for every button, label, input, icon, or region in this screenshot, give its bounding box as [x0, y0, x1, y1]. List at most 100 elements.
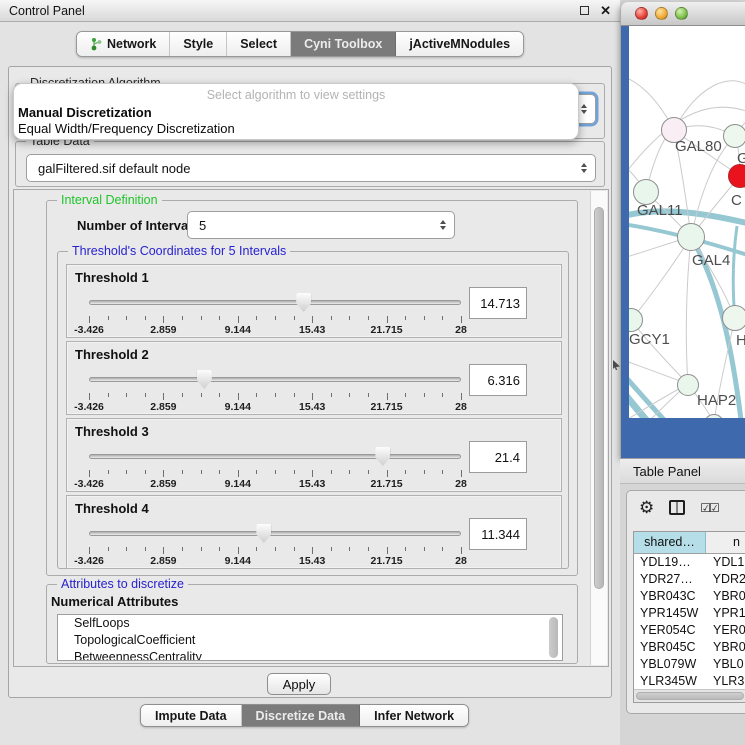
- slider-thumb[interactable]: [256, 524, 271, 543]
- tick-label: 21.715: [371, 478, 403, 490]
- cell-shared-name[interactable]: YBR045C: [634, 639, 706, 656]
- threshold-2-value-field[interactable]: 6.316: [469, 364, 527, 396]
- scrollbar-thumb[interactable]: [636, 692, 744, 700]
- tick-label: 28: [455, 478, 467, 490]
- apply-button[interactable]: Apply: [267, 673, 331, 695]
- algorithm-dropdown-popup: Select algorithm to view settings Manual…: [13, 83, 579, 140]
- cell-name[interactable]: YLR3: [706, 673, 745, 690]
- tick-mark: [219, 547, 220, 551]
- network-window-titlebar[interactable]: [621, 2, 745, 26]
- slider-thumb[interactable]: [375, 447, 390, 466]
- network-node-hap2[interactable]: [677, 374, 699, 396]
- cell-shared-name[interactable]: YBR043C: [634, 588, 706, 605]
- scrollbar-thumb[interactable]: [594, 207, 604, 589]
- tab-impute-data[interactable]: Impute Data: [141, 705, 242, 726]
- tab-select[interactable]: Select: [227, 32, 291, 56]
- tick-mark: [108, 470, 109, 474]
- table-row[interactable]: YBL079WYBL0: [634, 656, 745, 673]
- network-node-c[interactable]: [728, 164, 745, 188]
- table-data-combobox[interactable]: galFiltered.sif default node: [26, 154, 596, 182]
- number-of-intervals-combobox[interactable]: 5: [187, 211, 455, 239]
- tab-cyni-toolbox[interactable]: Cyni Toolbox: [291, 32, 396, 56]
- list-scrollbar[interactable]: [549, 617, 560, 658]
- cell-shared-name[interactable]: YBL079W: [634, 656, 706, 673]
- network-node-h[interactable]: [722, 305, 745, 331]
- gear-icon[interactable]: ⚙: [639, 499, 654, 516]
- table-row[interactable]: YPR145WYPR1: [634, 605, 745, 622]
- threshold-3-slider[interactable]: -3.4262.8599.14415.4321.71528: [89, 445, 461, 489]
- attribute-list-item[interactable]: BetweennessCentrality: [58, 649, 562, 661]
- tick-label: 2.859: [150, 555, 176, 567]
- settings-vertical-scrollbar[interactable]: [590, 191, 607, 665]
- node-label: GAL11: [637, 202, 683, 219]
- cell-shared-name[interactable]: YDL19…: [634, 554, 706, 571]
- threshold-4-slider[interactable]: -3.4262.8599.14415.4321.71528: [89, 522, 461, 566]
- table-row[interactable]: YLR345WYLR3: [634, 673, 745, 690]
- threshold-1-slider[interactable]: -3.4262.8599.14415.4321.71528: [89, 291, 461, 335]
- split-columns-icon[interactable]: [669, 500, 685, 515]
- cell-shared-name[interactable]: YPR145W: [634, 605, 706, 622]
- close-icon[interactable]: ✕: [600, 4, 611, 17]
- tick-mark: [238, 393, 239, 400]
- tab-jactivemnodules[interactable]: jActiveMNodules: [396, 32, 523, 56]
- attribute-list-item[interactable]: TopologicalCoefficient: [58, 632, 562, 649]
- table-row[interactable]: YBR045CYBR0: [634, 639, 745, 656]
- network-node-ga[interactable]: [723, 124, 745, 148]
- tick-mark: [89, 393, 90, 400]
- cell-shared-name[interactable]: YER054C: [634, 622, 706, 639]
- tick-mark: [163, 547, 164, 554]
- float-window-icon[interactable]: [580, 6, 589, 15]
- cell-name[interactable]: YER0: [706, 622, 745, 639]
- cell-name[interactable]: YBR0: [706, 639, 745, 656]
- threshold-4-value-field[interactable]: 11.344: [469, 518, 527, 550]
- table-horizontal-scrollbar[interactable]: [634, 689, 745, 702]
- cell-name[interactable]: YBR0: [706, 588, 745, 605]
- tab-discretize-data[interactable]: Discretize Data: [242, 705, 361, 726]
- tab-network[interactable]: Network: [77, 32, 170, 56]
- cell-shared-name[interactable]: YDR27…: [634, 571, 706, 588]
- tick-mark: [387, 316, 388, 323]
- tick-mark: [312, 470, 313, 477]
- attribute-list-item[interactable]: SelfLoops: [58, 615, 562, 632]
- table-row[interactable]: YDL19…YDL1: [634, 554, 745, 571]
- zoom-traffic-light-icon[interactable]: [675, 7, 688, 20]
- numerical-attributes-list[interactable]: SelfLoopsTopologicalCoefficientBetweenne…: [57, 614, 563, 661]
- close-traffic-light-icon[interactable]: [635, 7, 648, 20]
- cell-name[interactable]: YBL0: [706, 656, 745, 673]
- select-columns-icon[interactable]: ☑☑: [700, 502, 718, 514]
- column-header-shared-name[interactable]: shared…: [634, 532, 706, 553]
- tick-mark: [219, 470, 220, 474]
- slider-thumb[interactable]: [296, 293, 311, 312]
- tick-mark: [461, 547, 462, 554]
- tick-mark: [89, 316, 90, 323]
- threshold-2-slider[interactable]: -3.4262.8599.14415.4321.71528: [89, 368, 461, 412]
- network-node-gal4[interactable]: [677, 223, 705, 251]
- column-header-name[interactable]: n: [706, 532, 745, 553]
- dropdown-option-manual[interactable]: Manual Discretization: [14, 105, 578, 121]
- tab-infer-network[interactable]: Infer Network: [360, 705, 468, 726]
- table-panel: ⚙ ☑☑ shared… n YDL19…YDL1YDR27…YDR2YBR04…: [626, 490, 745, 714]
- cell-name[interactable]: YDL1: [706, 554, 745, 571]
- cell-name[interactable]: YPR1: [706, 605, 745, 622]
- slider-scale: -3.4262.8599.14415.4321.71528: [89, 547, 461, 566]
- table-row[interactable]: YBR043CYBR0: [634, 588, 745, 605]
- network-canvas[interactable]: GAL80GACGAL11GAL4GCY1HHAP2: [629, 26, 745, 418]
- tick-label: -3.426: [74, 401, 104, 413]
- threshold-1-value-field[interactable]: 14.713: [469, 287, 527, 319]
- right-dock: GAL80GACGAL11GAL4GCY1HHAP2 Table Panel ⚙…: [620, 0, 745, 745]
- cell-shared-name[interactable]: YLR345W: [634, 673, 706, 690]
- slider-thumb[interactable]: [197, 370, 212, 389]
- minimize-traffic-light-icon[interactable]: [655, 7, 668, 20]
- table-row[interactable]: YDR27…YDR2: [634, 571, 745, 588]
- tab-label: Style: [183, 37, 213, 51]
- tick-mark: [201, 393, 202, 397]
- cell-name[interactable]: YDR2: [706, 571, 745, 588]
- threshold-3-value-field[interactable]: 21.4: [469, 441, 527, 473]
- tab-style[interactable]: Style: [170, 32, 227, 56]
- tick-mark: [387, 470, 388, 477]
- spinner-arrows-icon: [581, 104, 587, 115]
- table-row[interactable]: YER054CYER0: [634, 622, 745, 639]
- tab-label: Infer Network: [374, 709, 454, 723]
- node-table: shared… n YDL19…YDL1YDR27…YDR2YBR043CYBR…: [633, 531, 745, 703]
- dropdown-option-equal-width[interactable]: Equal Width/Frequency Discretization: [14, 121, 578, 137]
